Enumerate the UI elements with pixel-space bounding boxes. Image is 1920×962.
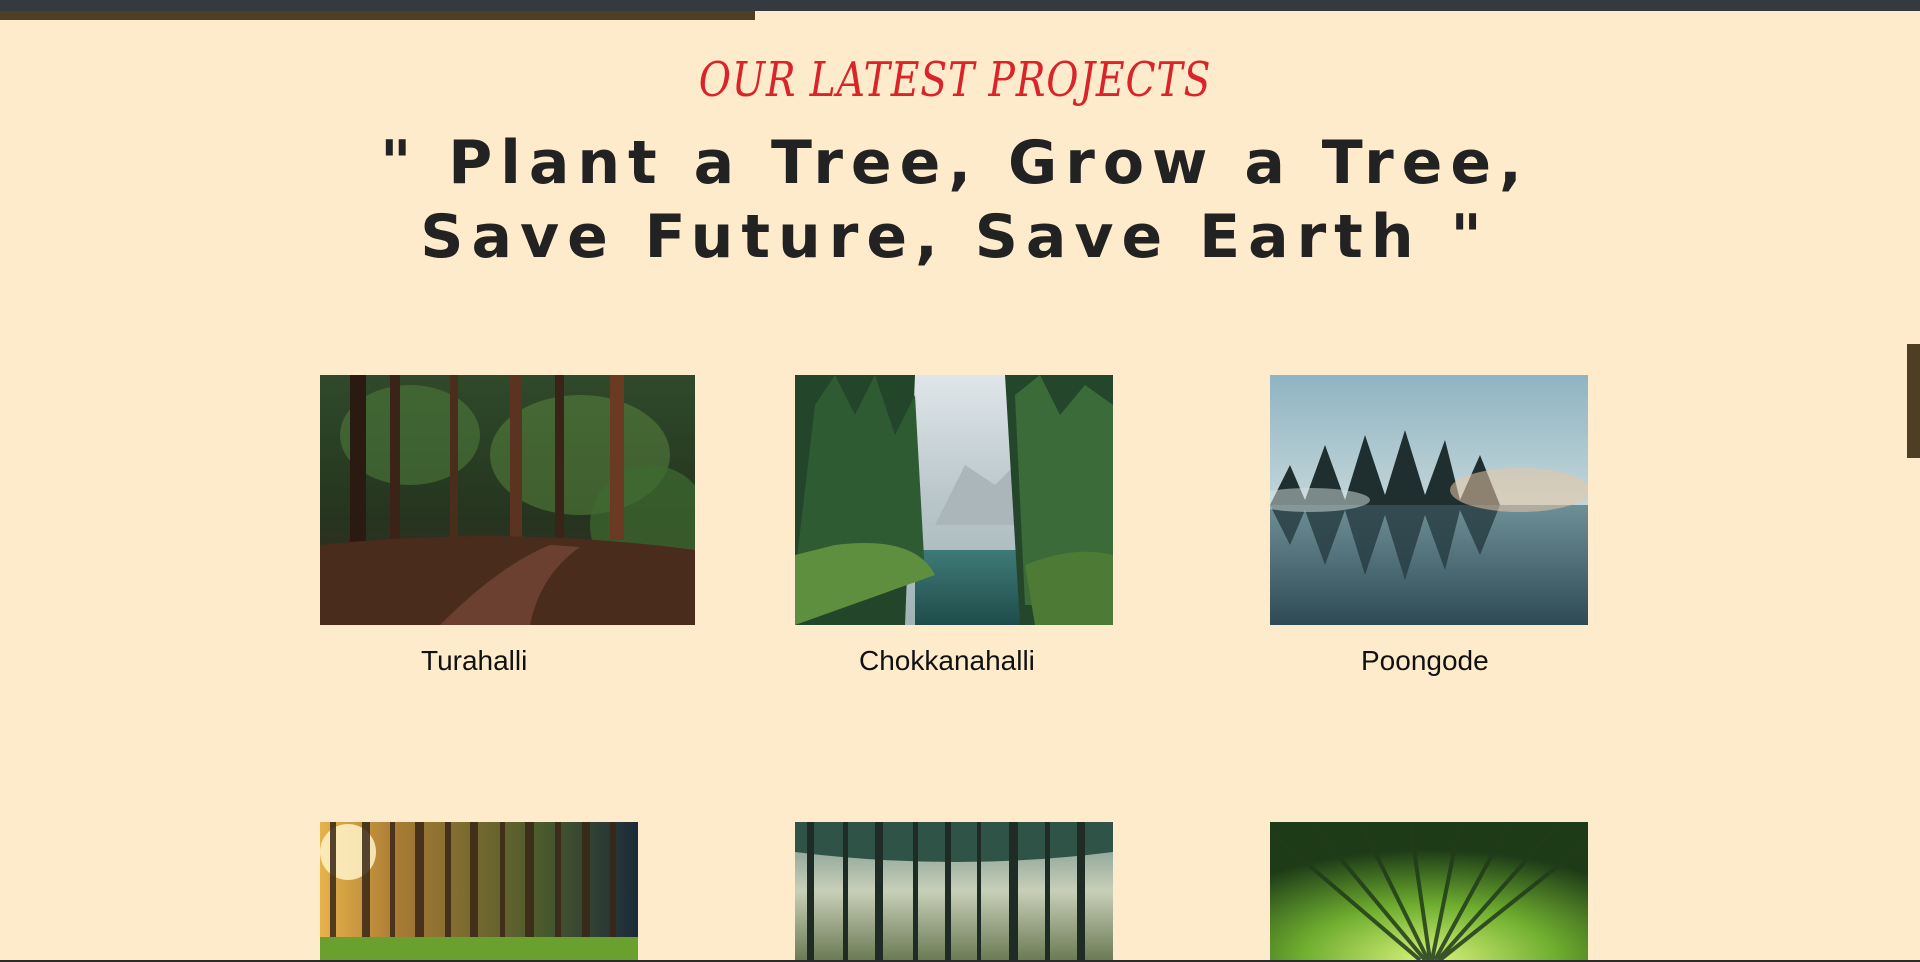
headline-line-1: " Plant a Tree, Grow a Tree,: [380, 128, 1530, 198]
tall-pines-photo[interactable]: [795, 822, 1113, 960]
forest-path-photo[interactable]: [320, 375, 695, 625]
project-name-poongode: Poongode: [1361, 645, 1489, 676]
project-name-turahalli: Turahalli: [421, 645, 528, 676]
forest-lake-photo[interactable]: [795, 375, 1113, 625]
side-tab[interactable]: [1907, 344, 1920, 458]
scroll-progress-bar: [0, 11, 755, 20]
section-headline: " Plant a Tree, Grow a Tree, Save Future…: [0, 126, 1910, 274]
sunlit-forest-photo[interactable]: [320, 822, 638, 960]
bamboo-canopy-photo[interactable]: [1270, 822, 1588, 960]
project-name-chokkanahalli: Chokkanahalli: [859, 645, 1035, 676]
headline-line-2: Save Future, Save Earth ": [420, 202, 1490, 272]
top-navbar: [0, 0, 1920, 11]
misty-lake-photo[interactable]: [1270, 375, 1588, 625]
section-subtitle: OUR LATEST PROJECTS: [698, 52, 1212, 108]
